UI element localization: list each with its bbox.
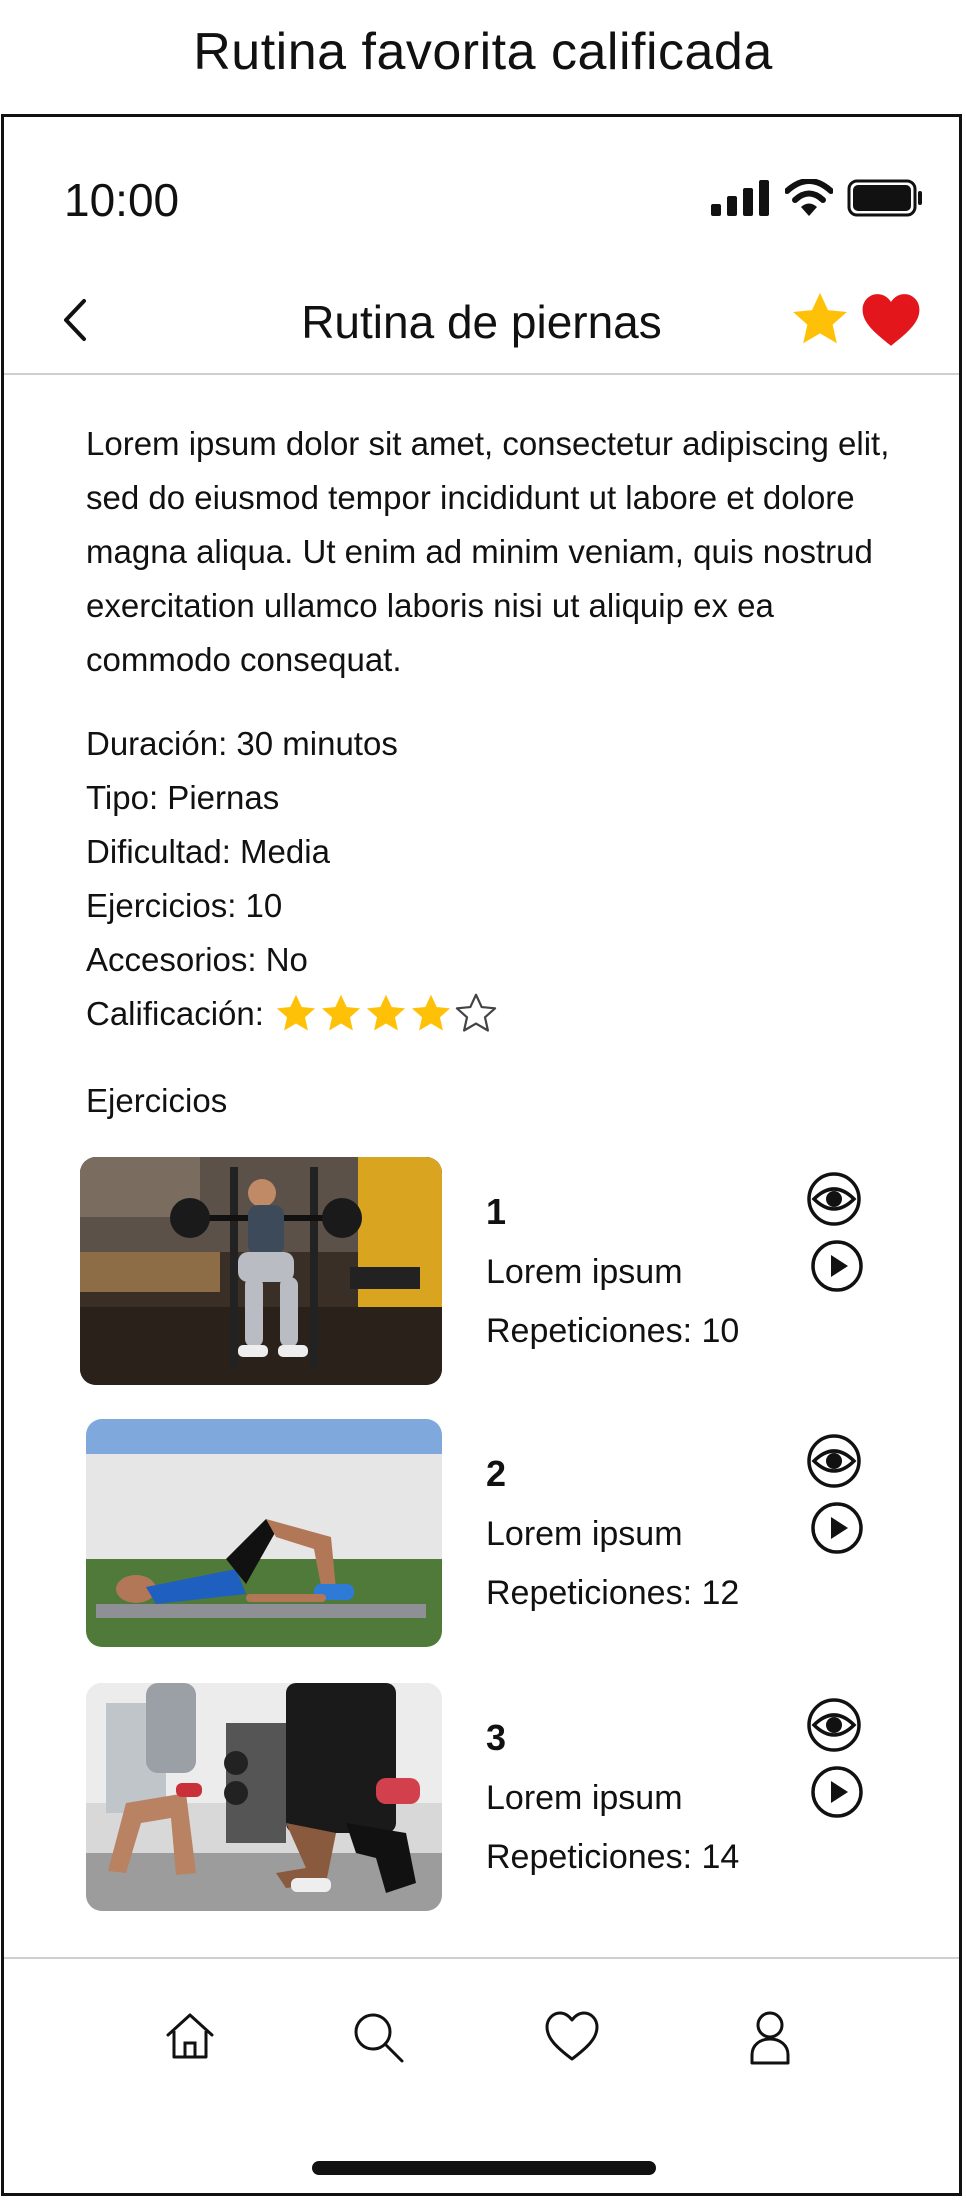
status-time: 10:00	[64, 174, 180, 226]
rated-star-icon[interactable]	[789, 289, 851, 351]
battery-icon	[847, 179, 922, 217]
signal-icon	[711, 180, 769, 216]
exercise-card: 2 Lorem ipsum Repeticiones: 12	[4, 1419, 959, 1649]
routine-details: Duración: 30 minutos Tipo: Piernas Dific…	[86, 717, 499, 1041]
top-navigation-bar: Rutina de piernas	[4, 267, 959, 375]
exercise-number: 1	[486, 1191, 507, 1232]
exercises-heading: Ejercicios	[86, 1082, 228, 1119]
wifi-icon	[785, 179, 833, 216]
routine-description: Lorem ipsum dolor sit amet, consectetur …	[86, 425, 890, 678]
back-chevron-icon[interactable]	[56, 295, 96, 345]
exercises-count-text: Ejercicios: 10	[86, 887, 283, 924]
play-icon[interactable]	[810, 1765, 864, 1819]
star-filled-icon[interactable]	[319, 992, 363, 1036]
exercise-image-glute-bridge[interactable]	[86, 1419, 442, 1647]
rating-row: Calificación:	[86, 987, 499, 1041]
exercise-number: 2	[486, 1453, 507, 1494]
screen-caption: Rutina favorita calificada	[193, 23, 773, 81]
exercise-name: Lorem ipsum	[486, 1779, 683, 1817]
rating-label: Calificación:	[86, 995, 264, 1032]
heart-icon[interactable]	[544, 2009, 600, 2065]
home-icon[interactable]	[162, 2009, 218, 2065]
view-eye-icon[interactable]	[806, 1433, 862, 1489]
home-indicator	[312, 2161, 656, 2175]
exercise-reps: Repeticiones: 12	[486, 1574, 740, 1612]
type-text: Tipo: Piernas	[86, 779, 280, 816]
exercise-reps: Repeticiones: 10	[486, 1312, 740, 1350]
bottom-tab-bar	[4, 1957, 959, 2089]
star-filled-icon[interactable]	[274, 992, 318, 1036]
star-filled-icon[interactable]	[364, 992, 408, 1036]
play-icon[interactable]	[810, 1501, 864, 1555]
rating-stars[interactable]	[274, 992, 499, 1036]
accessories-text: Accesorios: No	[86, 941, 308, 978]
play-icon[interactable]	[810, 1239, 864, 1293]
exercise-image-lunge[interactable]	[86, 1683, 442, 1911]
status-icons	[709, 179, 923, 217]
profile-icon[interactable]	[742, 2009, 798, 2065]
star-empty-icon[interactable]	[454, 992, 498, 1036]
difficulty-text: Dificultad: Media	[86, 833, 330, 870]
view-eye-icon[interactable]	[806, 1697, 862, 1753]
exercise-card: 1 Lorem ipsum Repeticiones: 10	[4, 1157, 959, 1387]
duration-text: Duración: 30 minutos	[86, 725, 398, 762]
star-filled-icon[interactable]	[409, 992, 453, 1036]
exercise-card: 3 Lorem ipsum Repeticiones: 14	[4, 1683, 959, 1913]
exercise-reps: Repeticiones: 14	[486, 1838, 740, 1876]
view-eye-icon[interactable]	[806, 1171, 862, 1227]
phone-frame: 10:00 Rutina de piernas Lorem ipsum dolo…	[1, 114, 962, 2196]
exercise-name: Lorem ipsum	[486, 1253, 683, 1291]
exercise-number: 3	[486, 1717, 507, 1758]
favorite-heart-icon[interactable]	[860, 291, 922, 349]
exercise-image-squat[interactable]	[80, 1157, 442, 1385]
exercise-name: Lorem ipsum	[486, 1515, 683, 1553]
search-icon[interactable]	[350, 2009, 406, 2065]
